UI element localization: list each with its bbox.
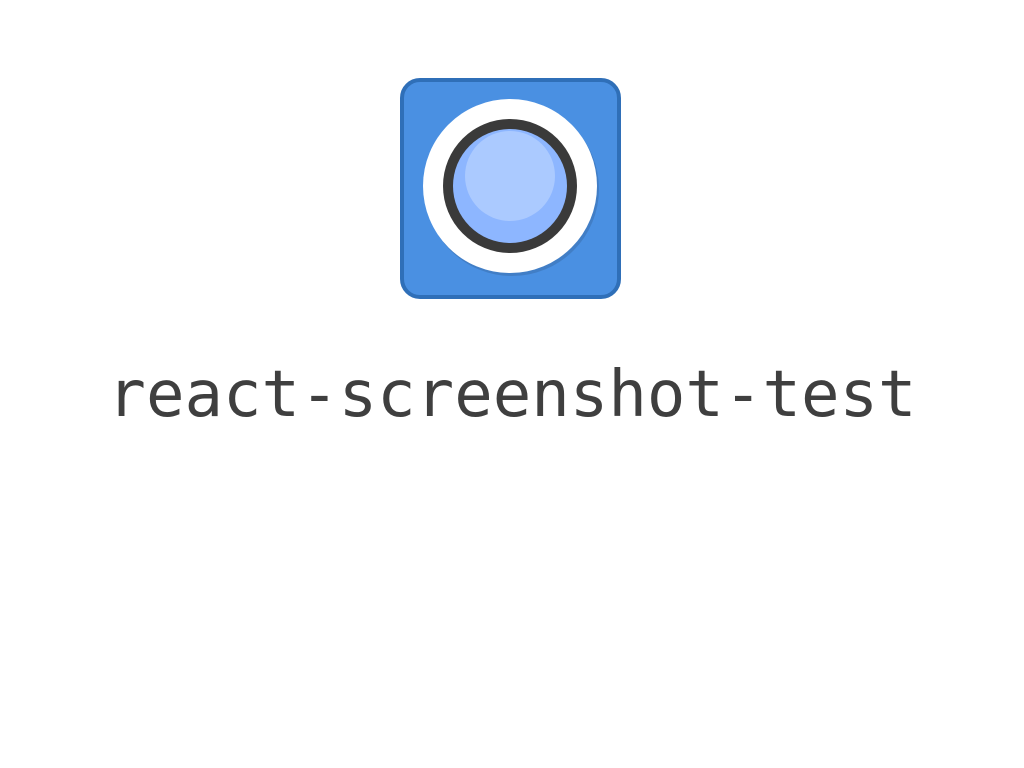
camera-lens-icon xyxy=(400,78,621,299)
app-title: react-screenshot-test xyxy=(107,358,917,432)
page: react-screenshot-test xyxy=(0,0,1024,768)
